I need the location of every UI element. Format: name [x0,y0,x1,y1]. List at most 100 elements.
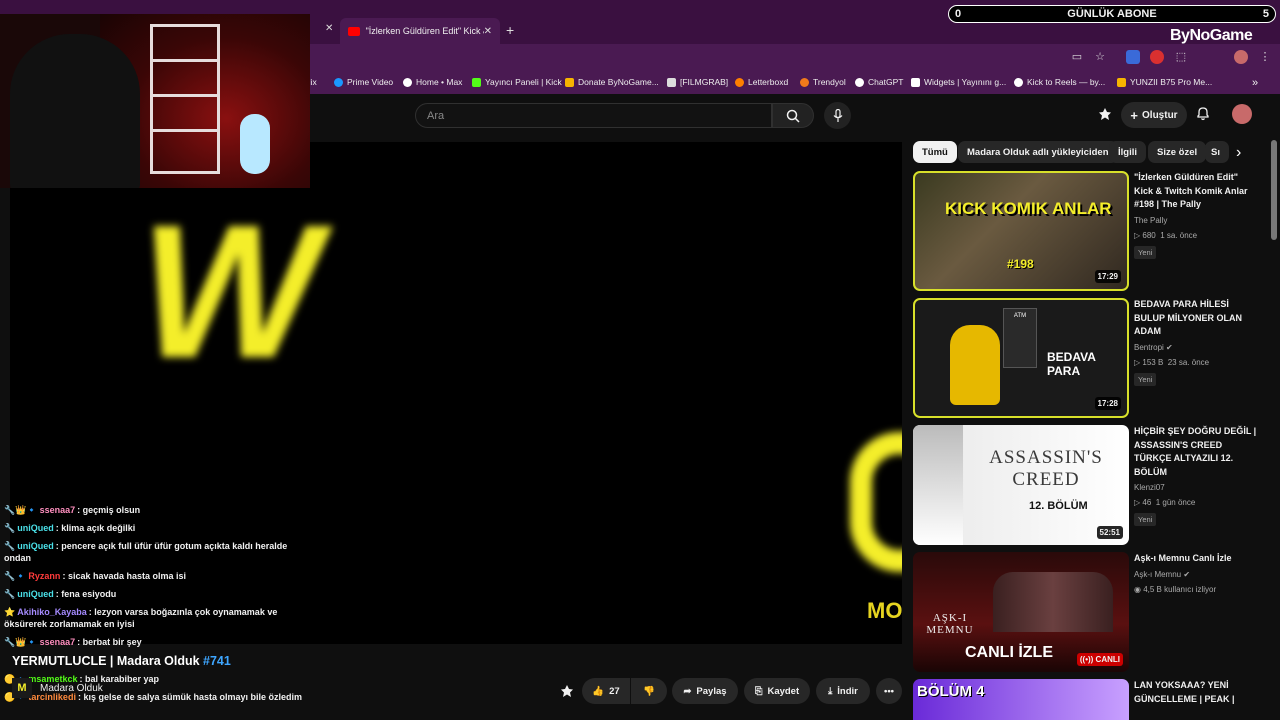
sidebar-scrollbar[interactable] [1271,140,1277,240]
avatar[interactable] [1232,104,1252,124]
thumbs-up-icon: 👍 [592,685,605,697]
thumbnail-subtext: AŞK-I MEMNU [926,612,974,636]
live-badge: ((•)) CANLI [1076,653,1123,666]
bookmark-icon: ⎘ [754,685,763,697]
rec-title[interactable]: Aşk-ı Memnu Canlı İzle [1134,552,1259,566]
bookmark-filmgrab[interactable]: [FILMGRAB] [667,77,728,87]
rec-info[interactable]: BEDAVA PARA HİLESİ BULUP MİLYONER OLAN A… [1134,298,1259,387]
search-button[interactable] [772,103,814,128]
rec-info[interactable]: Aşk-ı Memnu Canlı İzle Aşk-ı Memnu ✔ ◉ 4… [1134,552,1259,596]
bookmark-max[interactable]: Home • Max [403,77,462,87]
video-frame-w-logo: W [140,186,320,398]
mic-icon [833,108,842,122]
rec-thumbnail[interactable]: AŞK-I MEMNU CANLI İZLE ((•)) CANLI [913,552,1129,672]
chat-text: berbat bir şey [82,637,142,647]
rec-info[interactable]: LAN YOKSAAA? YENİ GÜNCELLEME | PEAK | [1134,679,1259,706]
rec-channel-name: Aşk-ı Memnu [1134,569,1182,579]
chat-username: uniQued [17,589,54,599]
rec-title[interactable]: HİÇBİR ŞEY DOĞRU DEĞİL | ASSASSIN'S CREE… [1134,425,1259,479]
bookmark-donate[interactable]: Donate ByNoGame... [565,77,659,87]
live-label: CANLI [1095,655,1120,664]
rec-title[interactable]: LAN YOKSAAA? YENİ GÜNCELLEME | PEAK | [1134,679,1259,706]
thumbnail-subtext: #198 [1007,257,1034,271]
rec-channel[interactable]: The Pally [1134,214,1259,227]
tab-close-icon[interactable]: ✕ [484,26,492,37]
bookmark-label: Trendyol [813,77,846,87]
chip-partial[interactable]: Sı [1205,141,1229,163]
bookmark-chatgpt[interactable]: ChatGPT [855,77,903,87]
verified-icon: ✔ [1166,342,1173,352]
notifications-bell-icon[interactable] [1196,106,1210,124]
channel-watermark: MO [867,598,902,623]
share-button[interactable]: ➦ Paylaş [672,678,738,704]
bookmark-label: Prime Video [347,77,394,87]
bookmark-kick-to-reels[interactable]: Kick to Reels — by... [1014,77,1105,87]
rec-title[interactable]: BEDAVA PARA HİLESİ BULUP MİLYONER OLAN A… [1134,298,1259,339]
star-icon[interactable]: ☆ [1093,50,1107,64]
rec-info[interactable]: "İzlerken Güldüren Edit" Kick & Twitch K… [1134,171,1259,260]
rec-channel[interactable]: Klenzi07 [1134,481,1259,494]
bookmark-yunzii[interactable]: YUNZII B75 Pro Me... [1117,77,1212,87]
live-dot-icon: ((•)) [1079,655,1096,664]
kick-reels-icon [1014,77,1023,87]
bookmark-prime-video[interactable]: Prime Video [334,77,393,87]
tab-close-icon[interactable]: ✕ [325,23,333,34]
rec-thumbnail[interactable]: BÖLÜM 4 [913,679,1129,720]
bookmark-widgets[interactable]: Widgets | Yayınını g... [911,77,1006,87]
rec-thumbnail[interactable]: ATM BEDAVA PARA 17:28 [913,298,1129,418]
bookmark-label: Kick to Reels — by... [1027,77,1106,87]
more-actions-button[interactable]: ••• [876,678,902,704]
create-button[interactable]: + Oluştur [1121,102,1187,128]
webcam-shelf-line [150,94,220,97]
menu-dots-icon[interactable]: ⋮ [1258,50,1272,64]
rec-channel[interactable]: Bentropi ✔ [1134,341,1259,354]
video-title-hashtag[interactable]: #741 [203,654,231,668]
bookmark-kick-panel[interactable]: Yayıncı Paneli | Kick [472,77,562,87]
chat-message: 🔧 uniQued: pencere açık full üfür üfür go… [4,541,288,563]
extensions-icon[interactable]: ⬚ [1174,50,1188,64]
translate-icon[interactable] [1126,50,1140,64]
video-title-text: YERMUTLUCLE | Madara Olduk [12,654,200,668]
kick-icon [472,77,481,87]
rec-thumbnail[interactable]: ASSASSIN'S CREED 12. BÖLÜM 52:51 [913,425,1129,545]
chip-from-uploader[interactable]: Madara Olduk adlı yükleyiciden [958,141,1118,163]
create-label: Oluştur [1142,109,1178,121]
rec-channel-name: Bentropi [1134,342,1164,352]
like-button[interactable]: 👍 27 [582,678,630,704]
voice-search-button[interactable] [824,102,851,129]
chevron-right-icon[interactable]: › [1236,144,1241,162]
thumbnail-text: KICK KOMIK ANLAR [945,199,1112,218]
rec-title[interactable]: "İzlerken Güldüren Edit" Kick & Twitch K… [1134,171,1259,212]
rec-info[interactable]: HİÇBİR ŞEY DOĞRU DEĞİL | ASSASSIN'S CREE… [1134,425,1259,527]
rec-thumbnail[interactable]: KICK KOMIK ANLAR #198 17:29 [913,171,1129,291]
channel-name[interactable]: Madara Olduk [40,683,103,694]
search-input[interactable]: Ara [415,103,772,128]
premium-icon[interactable] [560,684,574,703]
chat-badges-icon: ⭐ [4,607,16,617]
download-button[interactable]: ⤓ İndir [816,678,870,704]
rec-views: 153 B [1142,357,1164,367]
chip-for-you[interactable]: Size özel [1148,141,1207,163]
download-label: İndir [837,685,858,697]
premium-icon[interactable] [1098,107,1112,121]
bookmarks-more-icon[interactable]: » [1252,77,1258,89]
channel-avatar[interactable]: M [12,678,32,698]
abone-count-right: 5 [1262,8,1269,20]
chat-text: sicak havada hasta olma isi [67,571,187,581]
bookmark-letterboxd[interactable]: Letterboxd [735,77,788,87]
chip-related[interactable]: İlgili [1109,141,1146,163]
chat-text: geçmiş olsun [82,505,141,515]
cast-icon[interactable]: ▭ [1070,50,1084,64]
dislike-button[interactable]: 👎 [631,678,667,704]
adblock-icon[interactable] [1150,50,1164,64]
new-tab-icon[interactable]: + [506,22,514,38]
bookmark-trendyol[interactable]: Trendyol [800,77,846,87]
profile-icon[interactable] [1234,50,1248,64]
rec-channel[interactable]: Aşk-ı Memnu ✔ [1134,568,1259,581]
save-button[interactable]: ⎘ Kaydet [744,678,810,704]
chatgpt-icon [855,77,864,87]
chip-all[interactable]: Tümü [913,141,957,163]
daily-subscriber-bar: 0 GÜNLÜK ABONE 5 [948,5,1276,23]
rec-views: 4,5 B kullanıcı izliyor [1143,584,1217,594]
browser-tab-active[interactable]: "İzlerken Güldüren Edit" Kick & ✕ [340,18,500,44]
